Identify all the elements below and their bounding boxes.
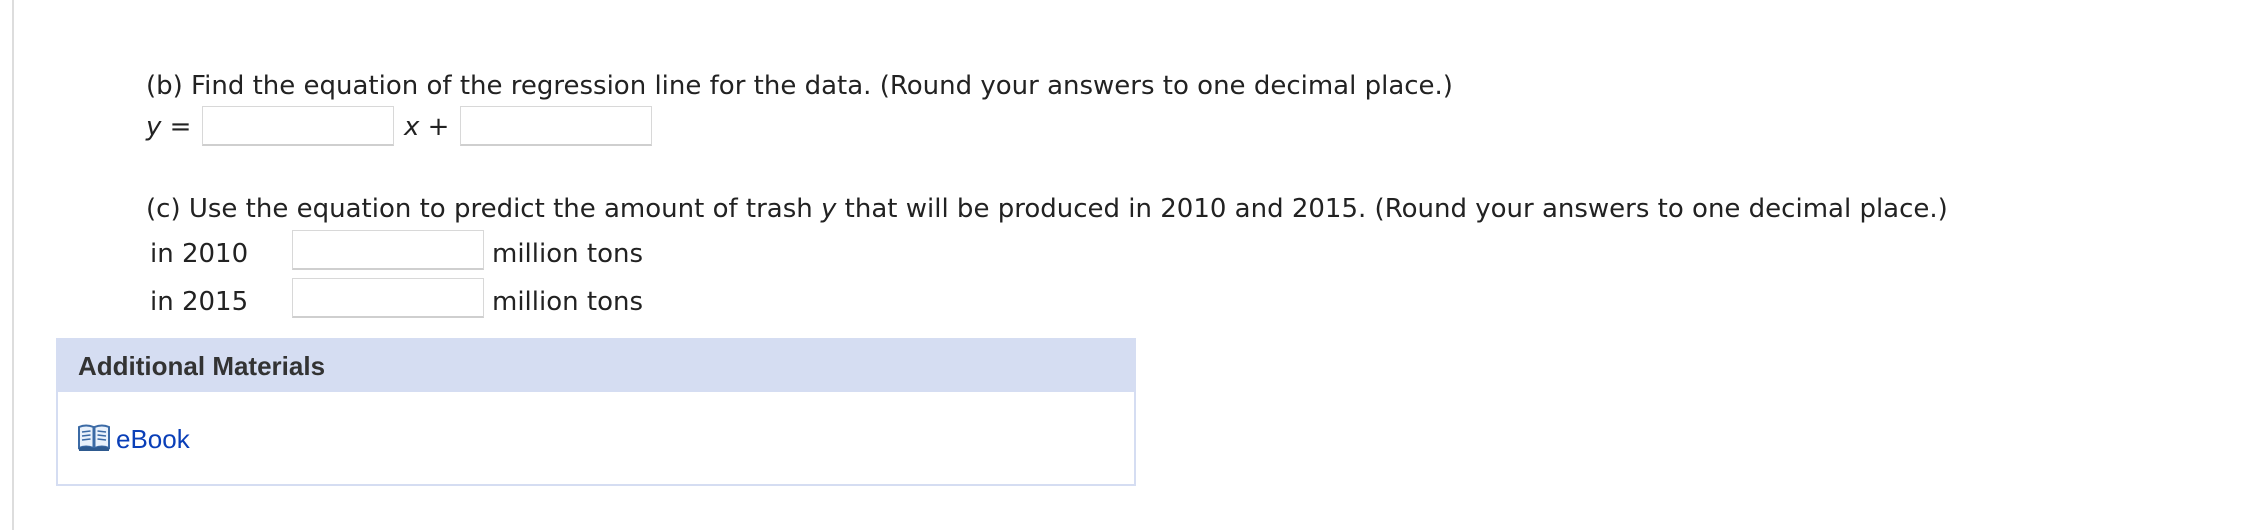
y-variable: y	[146, 112, 162, 142]
ebook-link[interactable]: eBook	[116, 424, 190, 455]
left-divider	[12, 0, 14, 530]
equals-sign: =	[169, 112, 192, 142]
part-c-question-before: (c) Use the equation to predict the amou…	[146, 194, 822, 224]
additional-materials-panel: Additional Materials eBook	[56, 338, 1136, 486]
year-2015-label: in 2015	[150, 287, 249, 317]
book-icon	[78, 422, 110, 456]
book-icon-graphic	[78, 424, 110, 451]
additional-materials-title: Additional Materials	[58, 340, 1134, 392]
ebook-link-row[interactable]: eBook	[78, 422, 190, 456]
part-c-question: (c) Use the equation to predict the amou…	[146, 192, 1948, 226]
intercept-input[interactable]	[460, 106, 652, 146]
regression-equation-label: y =	[146, 110, 191, 144]
year-2010-label: in 2010	[150, 239, 249, 269]
part-c-question-after: that will be produced in 2010 and 2015. …	[836, 194, 1948, 224]
question-page: (b) Find the equation of the regression …	[0, 0, 2266, 530]
part-b-question: (b) Find the equation of the regression …	[146, 71, 1453, 101]
prediction-2010-input[interactable]	[292, 230, 484, 270]
unit-2010-label: million tons	[492, 239, 643, 269]
prediction-2015-input[interactable]	[292, 278, 484, 318]
plus-sign: +	[427, 112, 450, 142]
x-variable: x	[404, 112, 420, 142]
trash-variable: y	[821, 194, 837, 224]
unit-2015-label: million tons	[492, 287, 643, 317]
x-term-label: x +	[404, 110, 449, 144]
slope-input[interactable]	[202, 106, 394, 146]
